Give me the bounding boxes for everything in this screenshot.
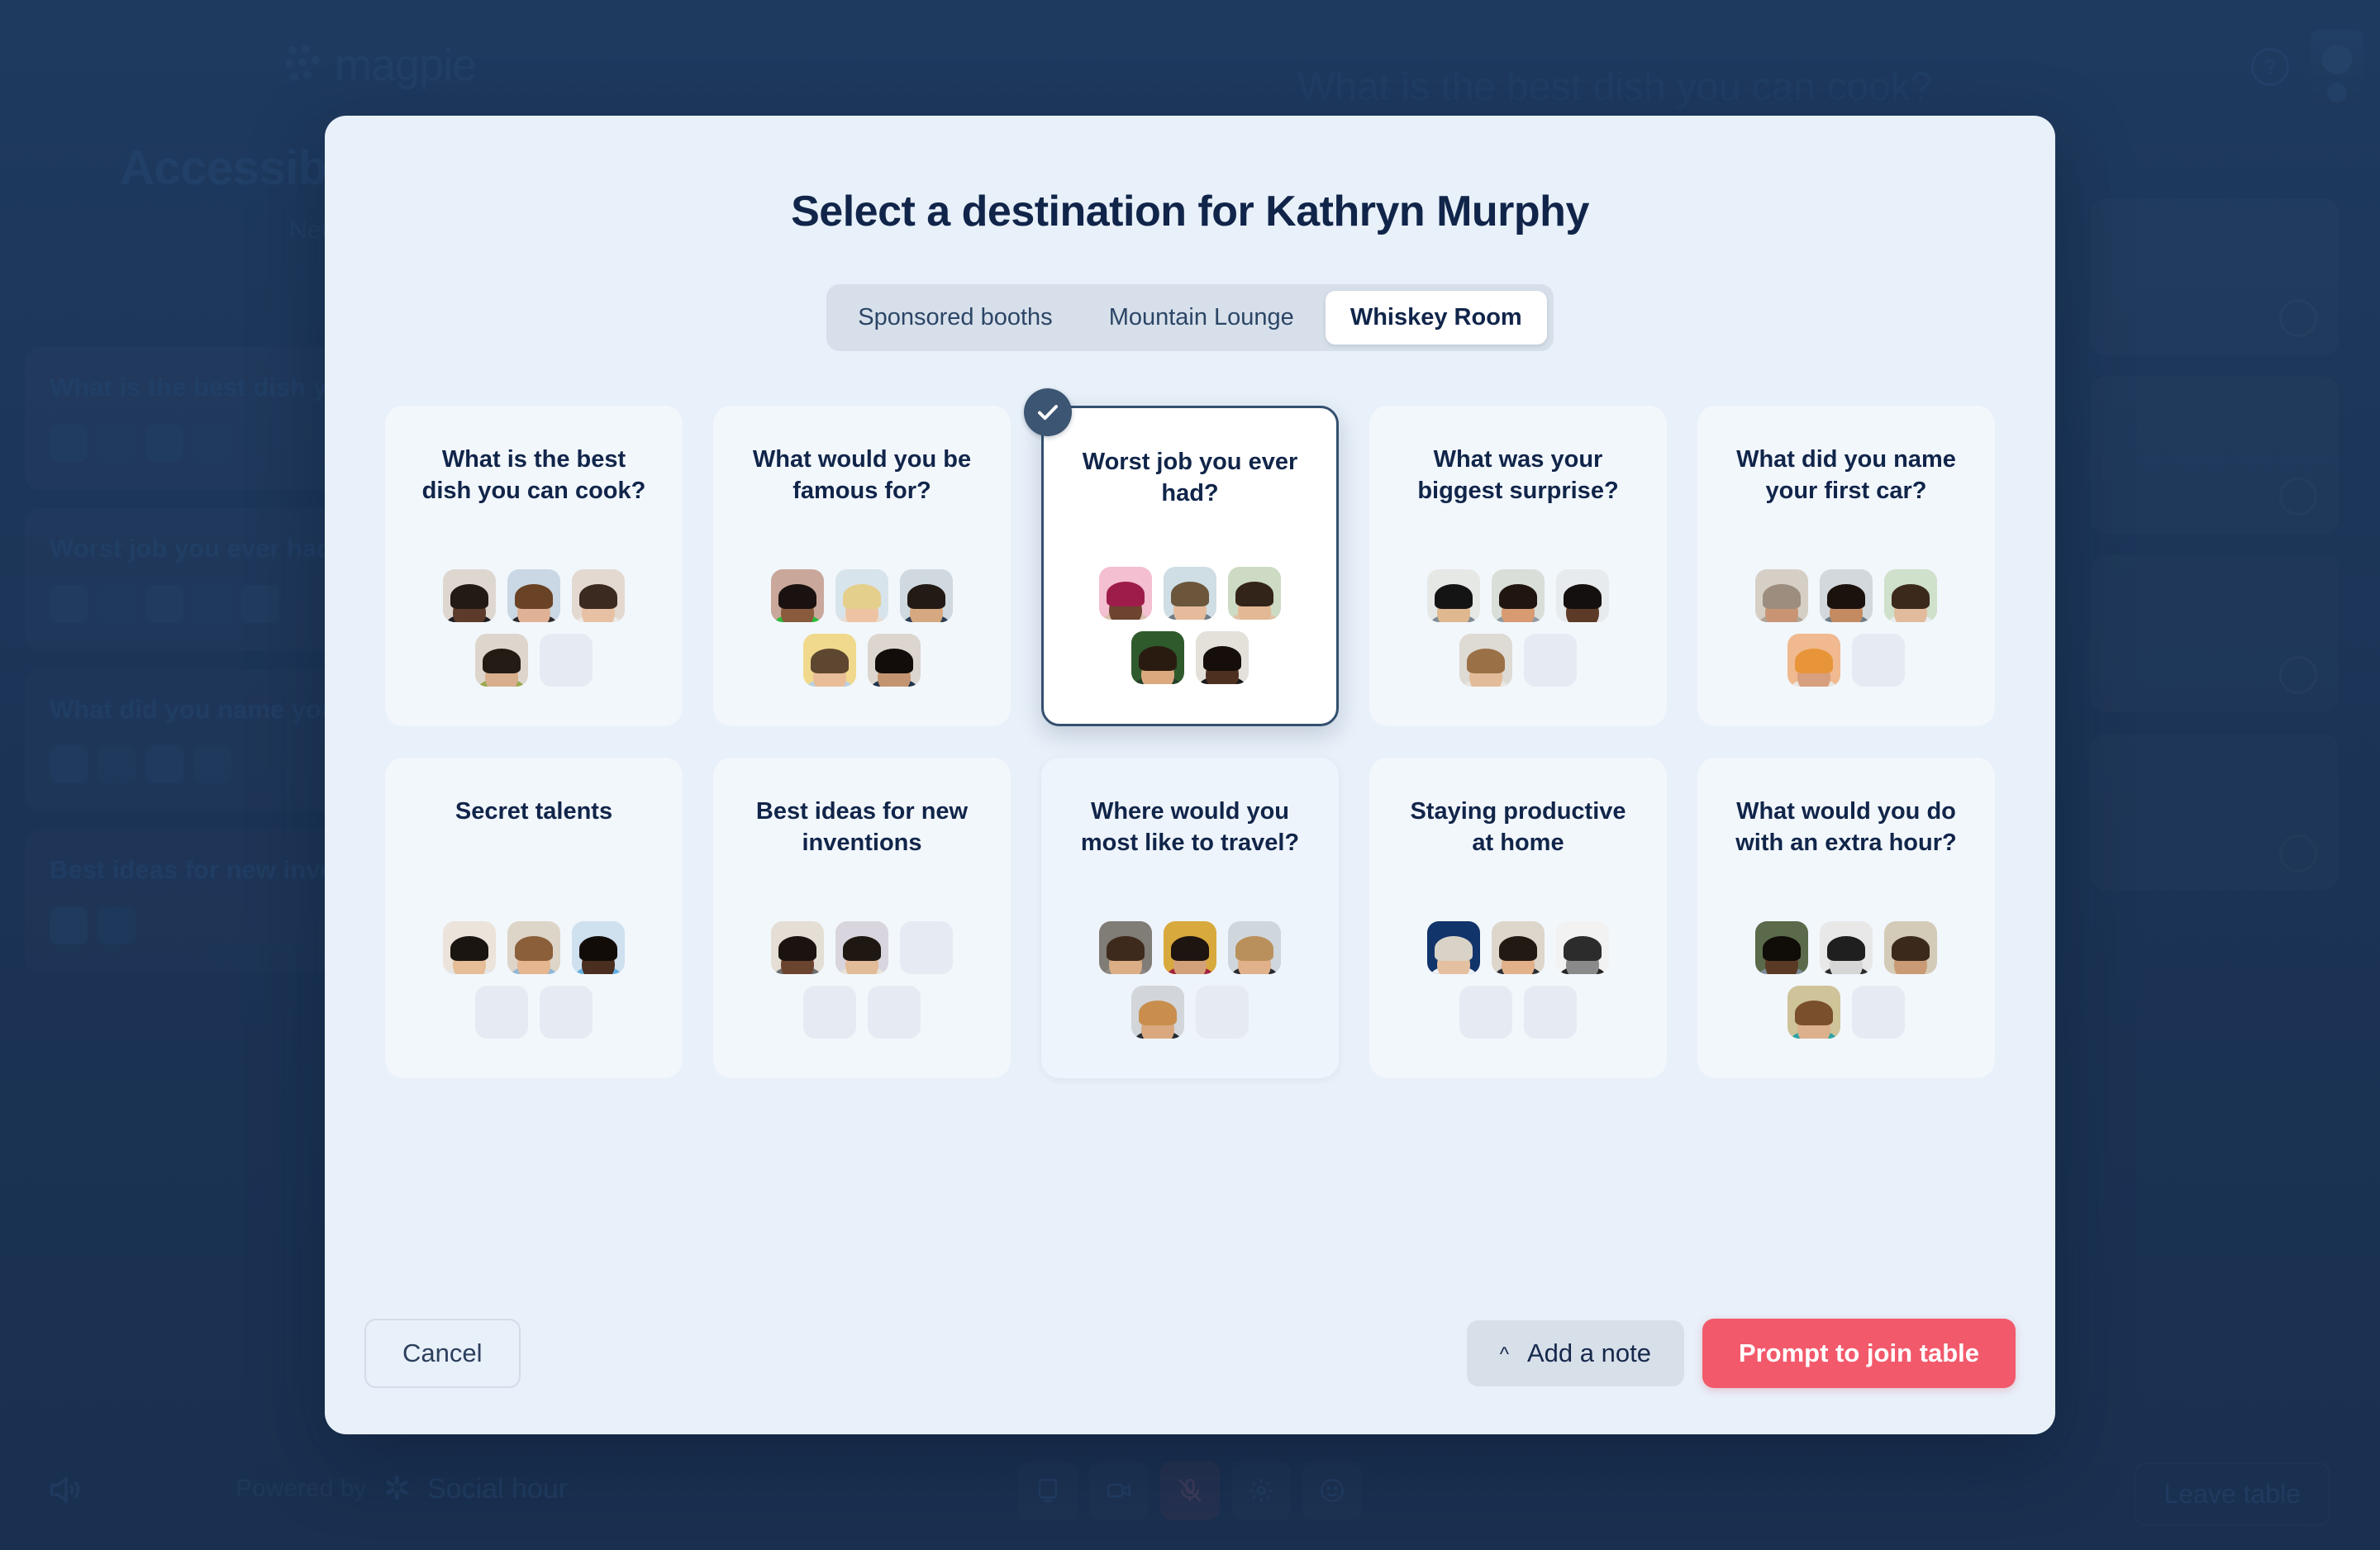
destination-card-title: What is the best dish you can cook? xyxy=(421,446,646,505)
participant-avatar xyxy=(572,569,625,622)
destination-card-title: What would you be famous for? xyxy=(752,446,972,505)
destination-card-title: What would you do with an extra hour? xyxy=(1735,798,1957,857)
destination-card-avatars xyxy=(1755,569,1937,687)
participant-avatar xyxy=(443,569,496,622)
footer-actions: ^ Add a note Prompt to join table xyxy=(1466,1319,2016,1388)
participant-avatar xyxy=(868,634,921,687)
destination-card-avatars xyxy=(443,569,625,687)
destination-card-title: Secret talents xyxy=(455,798,613,825)
participant-avatar xyxy=(1492,569,1545,622)
destination-card-avatars xyxy=(1099,921,1281,1039)
participant-avatar xyxy=(507,921,560,974)
destination-card-avatars xyxy=(1099,567,1281,684)
participant-avatar xyxy=(1131,631,1184,684)
destination-card[interactable]: What is the best dish you can cook? xyxy=(385,406,683,726)
destination-card[interactable]: Best ideas for new inventions xyxy=(713,758,1011,1078)
destination-card[interactable]: Secret talents xyxy=(385,758,683,1078)
destination-card-avatars xyxy=(1427,921,1609,1039)
participant-avatar xyxy=(835,569,888,622)
participant-avatar xyxy=(1755,921,1808,974)
empty-seat-slot xyxy=(540,986,593,1039)
empty-seat-slot xyxy=(1459,986,1512,1039)
participant-avatar xyxy=(1492,921,1545,974)
participant-avatar xyxy=(1099,921,1152,974)
destination-card[interactable]: What would you do with an extra hour? xyxy=(1697,758,1995,1078)
participant-avatar xyxy=(1884,569,1937,622)
empty-seat-slot xyxy=(1524,634,1577,687)
participant-avatar xyxy=(1099,567,1152,620)
destination-card-avatars xyxy=(771,569,953,687)
tab-sponsored-booths[interactable]: Sponsored booths xyxy=(833,291,1077,345)
empty-seat-slot xyxy=(475,986,528,1039)
destination-card-title: Best ideas for new inventions xyxy=(755,798,969,857)
tabs-wrapper: Sponsored booths Mountain Lounge Whiskey… xyxy=(325,284,2055,351)
participant-avatar xyxy=(1427,569,1480,622)
destination-card-avatars xyxy=(771,921,953,1039)
destination-card-title: What did you name your first car? xyxy=(1736,446,1956,505)
participant-avatar xyxy=(1820,921,1873,974)
selected-check-icon xyxy=(1024,388,1072,436)
participant-avatar xyxy=(1164,921,1216,974)
destination-card[interactable]: What did you name your first car? xyxy=(1697,406,1995,726)
empty-seat-slot xyxy=(1852,986,1905,1039)
participant-avatar xyxy=(572,921,625,974)
participant-avatar xyxy=(443,921,496,974)
participant-avatar xyxy=(803,634,856,687)
participant-avatar xyxy=(1884,921,1937,974)
participant-avatar xyxy=(771,569,824,622)
empty-seat-slot xyxy=(868,986,921,1039)
destination-card-avatars xyxy=(1755,921,1937,1039)
destination-cards-grid: What is the best dish you can cook? What … xyxy=(380,388,2000,1078)
destination-card-title: Worst job you ever had? xyxy=(1082,449,1298,507)
destination-card[interactable]: Worst job you ever had? xyxy=(1024,388,1339,726)
destination-card-avatars xyxy=(443,921,625,1039)
participant-avatar xyxy=(1556,921,1609,974)
participant-avatar xyxy=(835,921,888,974)
destination-card-title: What was your biggest surprise? xyxy=(1417,446,1619,505)
add-a-note-button[interactable]: ^ Add a note xyxy=(1466,1320,1684,1386)
participant-avatar xyxy=(900,569,953,622)
participant-avatar xyxy=(1131,986,1184,1039)
empty-seat-slot xyxy=(900,921,953,974)
destination-card-avatars xyxy=(1427,569,1609,687)
participant-avatar xyxy=(771,921,824,974)
participant-avatar xyxy=(507,569,560,622)
empty-seat-slot xyxy=(1524,986,1577,1039)
participant-avatar xyxy=(1164,567,1216,620)
participant-avatar xyxy=(1556,569,1609,622)
destination-card[interactable]: What would you be famous for? xyxy=(713,406,1011,726)
participant-avatar xyxy=(1427,921,1480,974)
tab-whiskey-room[interactable]: Whiskey Room xyxy=(1325,291,1547,345)
modal-overlay: Select a destination for Kathryn Murphy … xyxy=(0,0,2380,1550)
prompt-to-join-table-button[interactable]: Prompt to join table xyxy=(1702,1319,2016,1388)
participant-avatar xyxy=(1820,569,1873,622)
participant-avatar xyxy=(1196,631,1249,684)
add-a-note-label: Add a note xyxy=(1526,1338,1651,1367)
destination-card[interactable]: What was your biggest surprise? xyxy=(1369,406,1667,726)
empty-seat-slot xyxy=(803,986,856,1039)
modal-footer: Cancel ^ Add a note Prompt to join table xyxy=(325,1319,2055,1434)
empty-seat-slot xyxy=(1852,634,1905,687)
destination-card[interactable]: Where would you most like to travel? xyxy=(1041,758,1339,1078)
destination-card-title: Staying productive at home xyxy=(1410,798,1626,857)
tab-mountain-lounge[interactable]: Mountain Lounge xyxy=(1084,291,1319,345)
participant-avatar xyxy=(1787,986,1840,1039)
empty-seat-slot xyxy=(540,634,593,687)
participant-avatar xyxy=(1459,634,1512,687)
destination-card[interactable]: Staying productive at home xyxy=(1369,758,1667,1078)
room-tabs: Sponsored booths Mountain Lounge Whiskey… xyxy=(826,284,1554,351)
modal-title: Select a destination for Kathryn Murphy xyxy=(791,188,1589,235)
empty-seat-slot xyxy=(1196,986,1249,1039)
destination-card-title: Where would you most like to travel? xyxy=(1080,798,1300,857)
participant-avatar xyxy=(1787,634,1840,687)
cancel-button[interactable]: Cancel xyxy=(364,1319,521,1388)
participant-avatar xyxy=(1228,921,1281,974)
chevron-up-icon: ^ xyxy=(1499,1343,1509,1366)
participant-avatar xyxy=(1755,569,1808,622)
participant-avatar xyxy=(475,634,528,687)
participant-avatar xyxy=(1228,567,1281,620)
select-destination-modal: Select a destination for Kathryn Murphy … xyxy=(325,116,2055,1434)
